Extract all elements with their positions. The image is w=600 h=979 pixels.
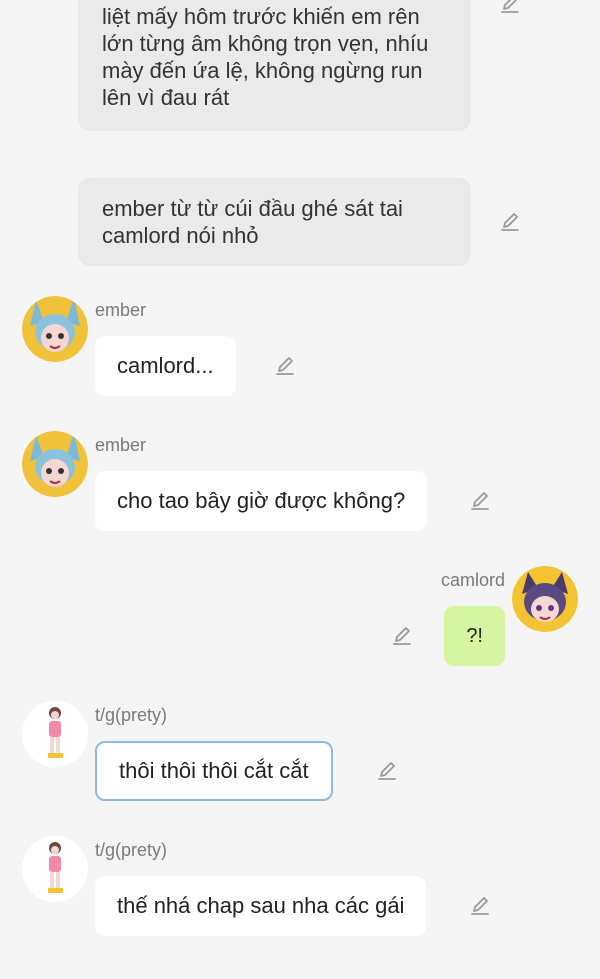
narration-block[interactable]: ember từ từ cúi đầu ghé sát tai camlord … [78,178,471,266]
avatar-ember[interactable] [22,296,88,362]
sender-name: t/g(prety) [95,705,168,725]
avatar-author[interactable] [22,701,88,767]
message-bubble-self[interactable]: ?! [444,606,505,666]
avatar-ember[interactable] [22,431,88,497]
sender-name: ember [95,300,147,320]
pencil-edit-icon[interactable] [468,894,492,918]
message-bubble[interactable]: thế nhá chap sau nha các gái [95,876,427,936]
message-bubble[interactable]: camlord... [95,336,236,396]
narration-block[interactable]: liệt mấy hôm trước khiến em rên lớn từng… [78,0,471,131]
pencil-edit-icon[interactable] [375,759,399,783]
pencil-edit-icon[interactable] [390,624,414,648]
pencil-edit-icon[interactable] [468,489,492,513]
message-bubble[interactable]: cho tao bây giờ được không? [95,471,428,531]
pencil-edit-icon[interactable] [273,354,297,378]
sender-name: t/g(prety) [95,840,168,860]
message-bubble-selected[interactable]: thôi thôi thôi cắt cắt [95,741,333,801]
avatar-camlord[interactable] [512,566,578,632]
pencil-edit-icon[interactable] [498,0,522,16]
sender-name: camlord [440,570,505,590]
pencil-edit-icon[interactable] [498,210,522,234]
sender-name: ember [95,435,147,455]
avatar-author[interactable] [22,836,88,902]
